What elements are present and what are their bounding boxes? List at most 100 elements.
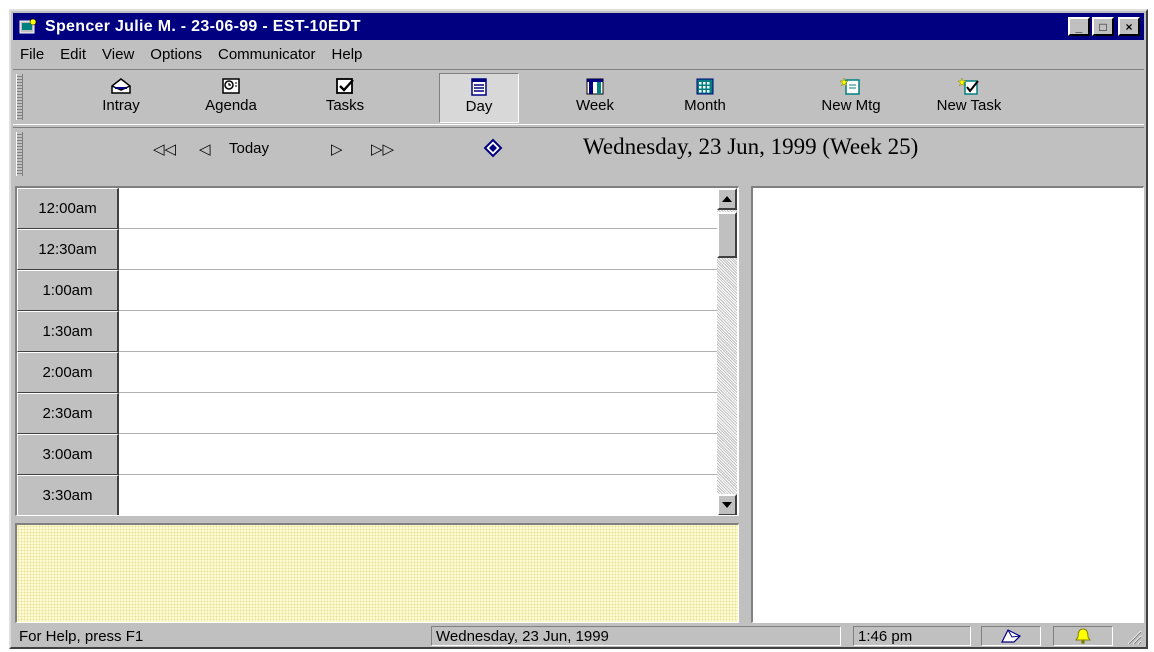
scroll-up-icon	[722, 196, 732, 202]
menu-bar: File Edit View Options Communicator Help	[13, 42, 1144, 66]
status-help-text: For Help, press F1	[19, 627, 144, 645]
new-task-button[interactable]: New Task	[929, 73, 1009, 123]
menu-file[interactable]: File	[13, 46, 52, 63]
menu-options[interactable]: Options	[142, 46, 210, 63]
calendar-app-icon[interactable]	[17, 17, 39, 37]
window-controls: _ □ ×	[1068, 17, 1140, 36]
go-to-date-button[interactable]	[483, 138, 503, 158]
date-heading: Wednesday, 23 Jun, 1999 (Week 25)	[583, 134, 919, 159]
menu-edit-label: Edit	[60, 45, 87, 63]
main-toolbar: Intray Agenda Tasks Day Week Month New M…	[13, 69, 1144, 125]
today-button[interactable]: Today	[229, 140, 269, 157]
time-label: 3:00am	[17, 434, 119, 475]
double-right-arrow-icon: ▷▷	[371, 141, 395, 158]
tasks-label: Tasks	[325, 97, 365, 114]
last-button[interactable]: ▷▷	[371, 140, 394, 158]
status-mail-indicator[interactable]	[981, 626, 1041, 646]
appointment-cell[interactable]	[119, 352, 717, 393]
resize-grip-icon[interactable]	[1124, 627, 1142, 645]
maximize-icon: □	[1099, 19, 1107, 34]
status-alarm-indicator[interactable]	[1053, 626, 1113, 646]
tasks-button[interactable]: Tasks	[305, 73, 385, 123]
minimize-icon: _	[1075, 19, 1083, 34]
time-slot[interactable]: 1:00am	[17, 270, 717, 311]
menu-view-label: View	[102, 45, 135, 63]
close-icon: ×	[1125, 19, 1133, 34]
intray-button[interactable]: Intray	[81, 73, 161, 123]
intray-icon	[111, 78, 131, 94]
task-list-pane[interactable]	[751, 186, 1144, 623]
right-arrow-icon: ▷	[331, 141, 343, 158]
next-button[interactable]: ▷	[331, 140, 343, 158]
navbar-grip[interactable]	[16, 132, 23, 176]
go-to-date-icon	[483, 138, 503, 158]
time-label: 12:00am	[17, 188, 119, 229]
double-left-arrow-icon: ◁◁	[153, 141, 177, 158]
status-date-text: Wednesday, 23 Jun, 1999	[436, 627, 609, 645]
time-label: 2:30am	[17, 393, 119, 434]
left-arrow-icon: ◁	[199, 141, 211, 158]
time-slot[interactable]: 3:30am	[17, 475, 717, 515]
new-meeting-button[interactable]: New Mtg	[811, 73, 891, 123]
bell-icon	[1075, 628, 1091, 644]
new-task-label: New Task	[936, 97, 1002, 114]
first-button[interactable]: ◁◁	[153, 140, 176, 158]
appointment-cell[interactable]	[119, 188, 717, 229]
week-label: Week	[575, 97, 615, 114]
menu-help[interactable]: Help	[324, 46, 371, 63]
time-label: 2:00am	[17, 352, 119, 393]
menu-communicator-label: Communicator	[217, 45, 316, 63]
time-slot[interactable]: 1:30am	[17, 311, 717, 352]
menu-communicator[interactable]: Communicator	[210, 46, 324, 63]
new-meeting-label: New Mtg	[821, 97, 881, 114]
appointment-cell[interactable]	[119, 270, 717, 311]
scroll-thumb[interactable]	[717, 212, 737, 258]
agenda-icon	[222, 78, 240, 94]
maximize-button[interactable]: □	[1092, 17, 1114, 36]
scroll-down-button[interactable]	[717, 494, 737, 515]
menu-edit[interactable]: Edit	[52, 46, 94, 63]
minimize-button[interactable]: _	[1068, 17, 1090, 36]
time-slot[interactable]: 3:00am	[17, 434, 717, 475]
status-time-text: 1:46 pm	[858, 627, 913, 645]
time-slot[interactable]: 2:30am	[17, 393, 717, 434]
intray-label: Intray	[102, 97, 140, 114]
appointment-cell[interactable]	[119, 311, 717, 352]
month-button[interactable]: Month	[665, 73, 745, 123]
new-meeting-icon	[840, 77, 860, 95]
close-button[interactable]: ×	[1118, 17, 1140, 36]
time-slot[interactable]: 12:00am	[17, 188, 717, 229]
time-label: 12:30am	[17, 229, 119, 270]
day-icon	[471, 78, 487, 96]
date-navigation-bar: ◁◁ ◁ Today ▷ ▷▷ Wednesday, 23 Jun, 1999 …	[13, 127, 1144, 185]
time-slot[interactable]: 2:00am	[17, 352, 717, 393]
window-title: Spencer Julie M. - 23-06-99 - EST-10EDT	[45, 17, 361, 35]
appointment-cell[interactable]	[119, 229, 717, 270]
agenda-button[interactable]: Agenda	[191, 73, 271, 123]
status-bar: For Help, press F1 Wednesday, 23 Jun, 19…	[13, 625, 1144, 647]
appointment-cell[interactable]	[119, 434, 717, 475]
status-help: For Help, press F1	[15, 626, 425, 646]
tasks-icon	[336, 78, 354, 94]
day-view-scrollbar[interactable]	[717, 188, 737, 515]
previous-button[interactable]: ◁	[199, 140, 211, 158]
agenda-label: Agenda	[205, 97, 257, 114]
time-label: 3:30am	[17, 475, 119, 515]
title-bar[interactable]: Spencer Julie M. - 23-06-99 - EST-10EDT …	[13, 13, 1144, 40]
scroll-down-icon	[722, 502, 732, 508]
time-slot[interactable]: 12:30am	[17, 229, 717, 270]
toolbar-grip[interactable]	[16, 74, 23, 120]
day-button[interactable]: Day	[439, 73, 519, 123]
appointment-cell[interactable]	[119, 475, 717, 515]
month-label: Month	[684, 97, 726, 114]
menu-view[interactable]: View	[94, 46, 142, 63]
notes-pane[interactable]	[15, 523, 739, 623]
week-button[interactable]: Week	[555, 73, 635, 123]
appointment-cell[interactable]	[119, 393, 717, 434]
status-time: 1:46 pm	[853, 626, 971, 646]
scroll-up-button[interactable]	[717, 188, 737, 210]
day-view: 12:00am 12:30am 1:00am 1:30am 2:00am 2:3…	[15, 186, 739, 516]
time-label: 1:30am	[17, 311, 119, 352]
status-date: Wednesday, 23 Jun, 1999	[431, 626, 841, 646]
month-icon	[696, 78, 714, 95]
